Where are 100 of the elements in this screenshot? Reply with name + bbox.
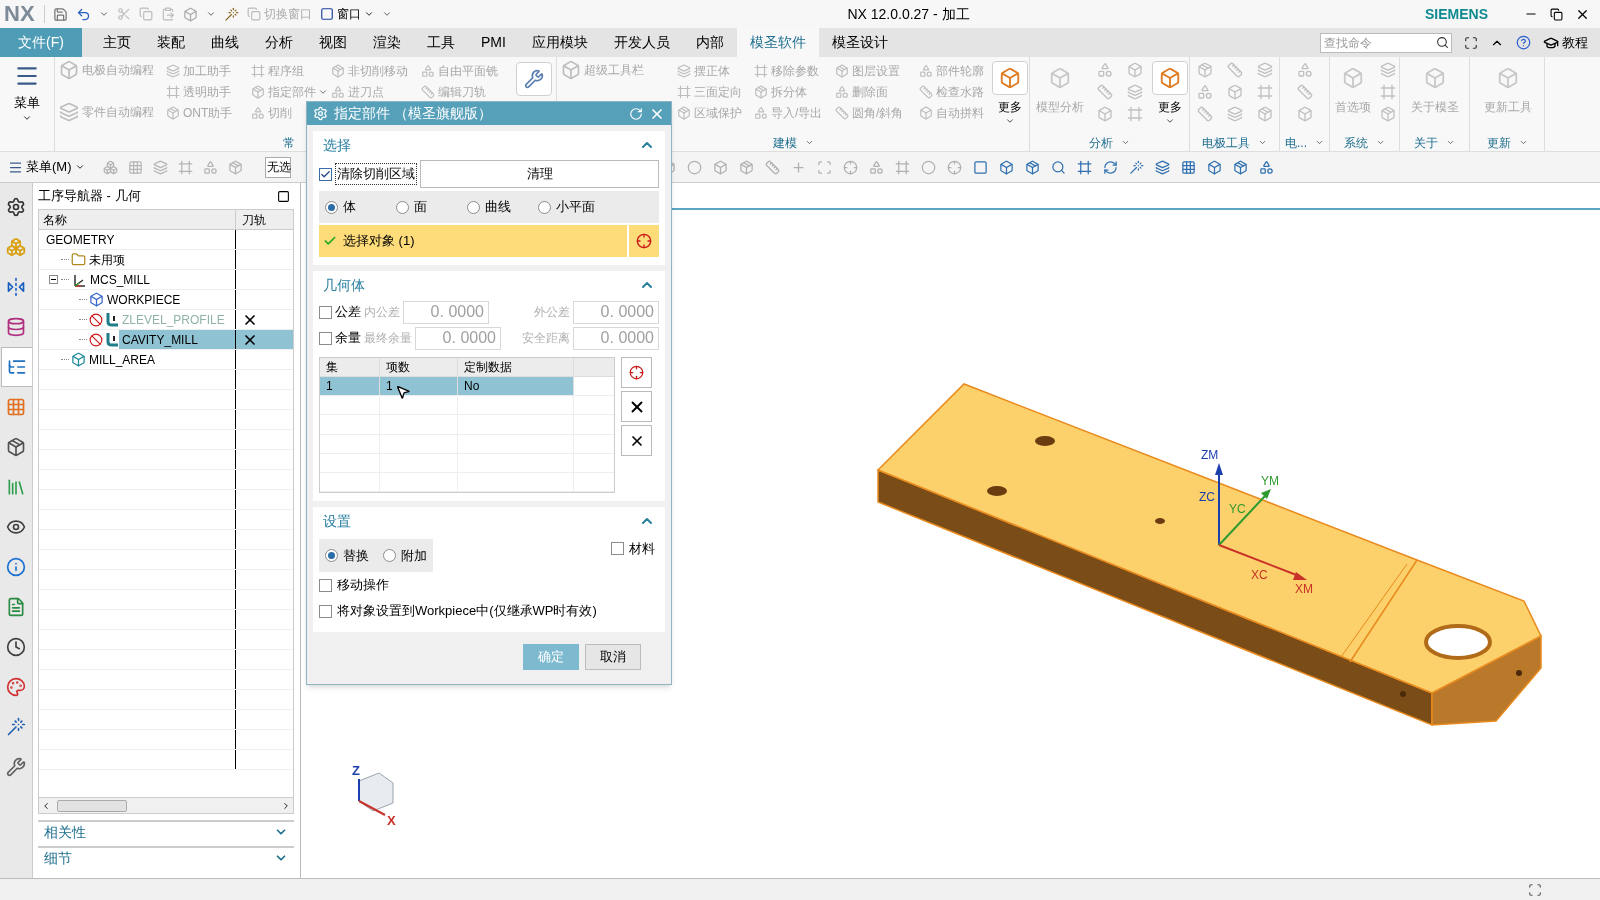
undo-icon[interactable] — [76, 6, 91, 22]
help-icon[interactable] — [1516, 35, 1531, 50]
package-icon[interactable] — [1379, 106, 1396, 122]
tree-item[interactable]: 未用项 — [86, 250, 235, 269]
ruler-icon[interactable] — [1097, 84, 1113, 100]
scroll-right-icon[interactable] — [281, 800, 291, 811]
column-header[interactable]: 名称 — [39, 210, 235, 229]
toolbar-icon[interactable] — [1180, 159, 1196, 175]
menu-dropdown-button[interactable]: 菜单(M) — [8, 157, 85, 177]
toolbar-icon[interactable] — [686, 159, 702, 175]
column-header[interactable]: 刀轨 — [235, 210, 293, 229]
checkbox-label[interactable]: 公差 — [335, 302, 361, 322]
collapsible-section-header[interactable]: 细节 — [38, 846, 294, 868]
column-header[interactable]: 定制数据 — [458, 358, 574, 377]
toolbar-icon[interactable] — [1128, 159, 1144, 175]
radio-label[interactable]: 面 — [414, 197, 427, 217]
toolbar-icon[interactable] — [868, 159, 884, 175]
status-icon[interactable] — [1528, 882, 1542, 897]
checkbox-label[interactable]: 将对象设置到Workpiece中(仅继承WP时有效) — [337, 601, 597, 621]
menu-button[interactable]: 菜单 — [14, 63, 40, 123]
collapse-toggle[interactable] — [49, 275, 58, 284]
caret-icon[interactable] — [206, 9, 216, 19]
section-header[interactable]: 选择 — [319, 131, 659, 159]
checkbox-label[interactable]: 移动操作 — [337, 575, 389, 595]
tree-item[interactable]: WORKPIECE — [104, 290, 235, 309]
radio-button[interactable] — [538, 200, 551, 214]
scroll-left-icon[interactable] — [41, 800, 51, 811]
layers-icon[interactable] — [1227, 106, 1243, 122]
caret-icon[interactable] — [1121, 138, 1130, 147]
reset-icon[interactable] — [629, 106, 643, 121]
toolbar-icon[interactable] — [1024, 159, 1040, 175]
clear-button[interactable]: 清理 — [420, 160, 659, 188]
toolbar-icon[interactable] — [1258, 159, 1274, 175]
ruler-icon[interactable] — [1197, 106, 1213, 122]
checkbox[interactable] — [319, 604, 332, 618]
ribbon-tab[interactable]: 视图 — [306, 28, 360, 57]
ruler-icon[interactable] — [1297, 84, 1313, 100]
section-header[interactable]: 设置 — [319, 507, 659, 535]
tree-item[interactable]: MILL_AREA — [86, 350, 235, 369]
caret-icon[interactable] — [1315, 138, 1324, 147]
toolbar-icon[interactable] — [842, 159, 858, 175]
tree-item[interactable]: GEOMETRY — [43, 230, 235, 249]
shapes-icon[interactable] — [1197, 84, 1213, 100]
checkbox-label[interactable]: 材料 — [629, 539, 655, 559]
ribbon-tab[interactable]: 曲线 — [198, 28, 252, 57]
column-header[interactable]: 集 — [320, 358, 380, 377]
ribbon-command[interactable]: 更多 — [1158, 98, 1182, 116]
toolbar-icon[interactable] — [946, 159, 962, 175]
restore-icon[interactable] — [1550, 7, 1563, 21]
checkbox[interactable] — [611, 542, 624, 556]
toolbar-icon[interactable] — [1076, 159, 1092, 175]
ribbon-tab[interactable]: 内部 — [682, 28, 737, 57]
ribbon-command[interactable]: 更多 — [998, 98, 1022, 116]
radio-label[interactable]: 替换 — [343, 545, 369, 566]
cube-icon[interactable] — [1127, 62, 1143, 78]
radio-button[interactable] — [325, 200, 338, 214]
toolbar-icon[interactable] — [1050, 159, 1066, 175]
ruler-icon[interactable] — [1227, 62, 1243, 78]
caret-icon[interactable] — [1518, 138, 1528, 147]
shapes-icon[interactable] — [1297, 62, 1313, 78]
cube-icon[interactable] — [1097, 106, 1113, 122]
radio-label[interactable]: 曲线 — [485, 197, 511, 217]
toolbar-icon[interactable] — [920, 159, 936, 175]
command-button[interactable] — [515, 62, 552, 96]
radio-label[interactable]: 小平面 — [556, 197, 595, 217]
remove-button[interactable] — [621, 391, 652, 422]
toolbar-icon[interactable] — [998, 159, 1014, 175]
cube-icon[interactable] — [183, 6, 198, 22]
toolbar-icon[interactable] — [972, 159, 988, 175]
checkbox-label[interactable]: 清除切削区域 — [335, 163, 417, 185]
radio-button[interactable] — [325, 549, 338, 562]
tree-item[interactable]: CAVITY_MILL — [119, 330, 235, 349]
caret-icon[interactable] — [1376, 138, 1385, 147]
checkbox[interactable] — [319, 305, 332, 319]
cube-icon[interactable] — [1227, 84, 1243, 100]
remove-all-button[interactable] — [621, 425, 652, 456]
radio-button[interactable] — [396, 200, 409, 214]
checkbox[interactable] — [319, 578, 332, 592]
caret-icon[interactable] — [804, 138, 814, 147]
ribbon-tab[interactable]: 模圣设计 — [818, 28, 901, 57]
collapsible-section-header[interactable]: 相关性 — [38, 820, 294, 842]
toolbar-icon[interactable] — [712, 159, 728, 175]
toolbar-icon[interactable] — [1154, 159, 1170, 175]
copy-icon[interactable] — [139, 7, 153, 21]
ribbon-tab[interactable]: 主页 — [90, 28, 144, 57]
caret-icon[interactable] — [1258, 138, 1267, 147]
shapes-icon[interactable] — [1097, 62, 1113, 78]
tree-item[interactable]: MCS_MILL — [87, 270, 235, 289]
toolbar-icon[interactable] — [1102, 159, 1118, 175]
table-row[interactable]: 1 1 No — [320, 377, 614, 397]
checkbox-label[interactable]: 余量 — [335, 328, 361, 348]
save-icon[interactable] — [53, 6, 68, 22]
caret-icon[interactable] — [1446, 138, 1455, 147]
ribbon-tab[interactable]: 工具 — [414, 28, 468, 57]
ribbon-tab[interactable]: 装配 — [144, 28, 198, 57]
cancel-button[interactable]: 取消 — [585, 644, 641, 670]
layers-icon[interactable] — [1379, 62, 1396, 78]
checkbox[interactable] — [319, 331, 332, 345]
maximize-icon[interactable] — [277, 189, 290, 203]
package-icon[interactable] — [1197, 62, 1213, 78]
